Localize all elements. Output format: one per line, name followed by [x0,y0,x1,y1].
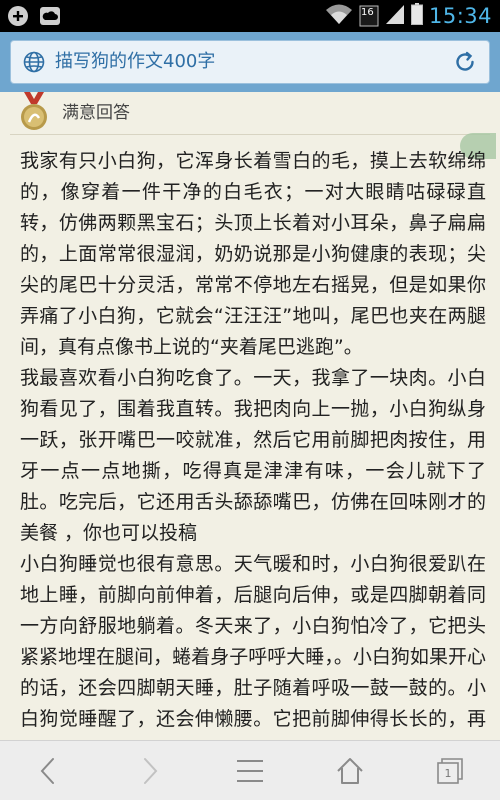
forward-button[interactable] [134,755,166,787]
signal-bars-icon [385,3,405,29]
clock-time: 15:34 [428,4,492,28]
medal-icon [18,92,50,132]
home-button[interactable] [334,755,366,787]
globe-icon [23,51,45,73]
chevron-left-icon [40,758,54,784]
article-paragraph: 我家有只小白狗，它浑身长着雪白的毛，摸上去软绵绵的，像穿着一件干净的白毛衣；一对… [20,150,486,358]
browser-toolbar: 描写狗的作文400字 [0,32,500,92]
menu-icon [237,760,263,782]
refresh-icon[interactable] [453,50,477,74]
cloud-icon [38,4,62,28]
bottom-nav-bar: 1 [0,740,500,800]
status-bar: 16 15:34 [0,0,500,32]
tab-count: 1 [444,766,452,780]
answer-title: 满意回答 [62,103,130,123]
answer-content: 我家有只小白狗，它浑身长着雪白的毛，摸上去软绵绵的，像穿着一件干净的白毛衣；一对… [20,146,486,740]
wifi-icon [325,3,353,29]
sim-label: 16 [360,7,374,18]
menu-button[interactable] [234,755,266,787]
header-divider [10,134,490,135]
tabs-button[interactable]: 1 [434,755,466,787]
sim-signal-icon: 16 [359,5,379,27]
back-button[interactable] [32,755,64,787]
address-bar[interactable]: 描写狗的作文400字 [10,40,490,84]
article-paragraph: 我最喜欢看小白狗吃食了。一天，我拿了一块肉。小白狗看见了，围着我直转。我把肉向上… [20,367,486,544]
battery-icon [410,3,423,29]
address-text[interactable]: 描写狗的作文400字 [55,41,215,83]
home-icon [337,758,363,784]
article-paragraph: 小白狗睡觉也很有意思。天气暖和时，小白狗很爱趴在地上睡，前脚向前伸着，后腿向后伸… [20,553,486,740]
chevron-right-icon [144,758,158,784]
answer-header: 满意回答 [0,92,500,136]
add-circle-icon [6,4,30,28]
